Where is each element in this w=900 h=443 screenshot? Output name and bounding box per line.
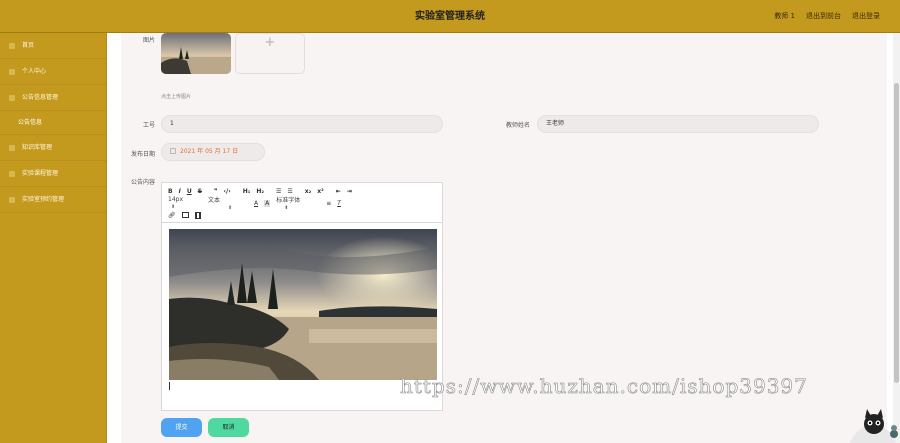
text-style-value: 文本: [208, 197, 221, 204]
sidebar-item-label: 首页: [22, 42, 35, 49]
course-icon: [9, 171, 15, 177]
user-role-label: 教师 1: [774, 12, 795, 20]
logout-link[interactable]: 退出登录: [852, 0, 880, 33]
strike-button[interactable]: S: [198, 188, 202, 195]
header1-button[interactable]: H₁: [243, 188, 251, 195]
code-block-button[interactable]: ‹/›: [224, 188, 231, 195]
underline-button[interactable]: U: [187, 188, 192, 195]
job-no-label: 工号: [142, 122, 155, 129]
sidebar: 首页 个人中心 公告信息管理 公告信息 知识库管理 实验课程管理 实验室预约管理: [0, 33, 107, 443]
chevron-down-icon: ⬍: [228, 205, 233, 211]
vertical-scrollbar[interactable]: [893, 33, 900, 443]
image-icon[interactable]: [181, 212, 189, 218]
calendar-icon: [9, 197, 15, 203]
top-header: 实验室管理系统 教师 1 退出到前台 退出登录: [0, 0, 900, 33]
sidebar-item-label: 公告信息管理: [22, 94, 59, 101]
font-size-select[interactable]: 14px⬍: [168, 196, 202, 210]
background-color-button[interactable]: A: [264, 199, 271, 207]
plus-icon: +: [264, 35, 276, 50]
sidebar-item-label: 个人中心: [22, 68, 47, 75]
sidebar-item-course[interactable]: 实验课程管理: [0, 161, 106, 187]
editor-landscape-image: [169, 229, 437, 380]
sidebar-item-reservation[interactable]: 实验室预约管理: [0, 187, 106, 213]
font-family-select[interactable]: 标准字体⬍: [276, 195, 320, 211]
clear-format-button[interactable]: T: [337, 200, 341, 207]
scrollbar-thumb[interactable]: [894, 83, 899, 383]
link-icon[interactable]: 🔗︎: [168, 212, 176, 219]
header-actions: 教师 1 退出到前台 退出登录: [774, 0, 880, 33]
ordered-list-button[interactable]: ☰: [276, 188, 281, 195]
editor-toolbar: B I U S ❞ ‹/› H₁ H₂ ☰ ☰ x₂ x² ⇤ ⇥ 14px⬍ …: [162, 183, 442, 223]
publish-date-value: 2021 年 05 月 17 日: [180, 148, 239, 155]
indent-button[interactable]: ⇥: [347, 188, 352, 195]
teacher-name-label: 教师姓名: [505, 122, 530, 129]
book-icon: [9, 145, 15, 151]
app-title: 实验室管理系统: [415, 11, 485, 22]
sidebar-subitem-notice[interactable]: 公告信息: [0, 111, 106, 135]
bullet-list-button[interactable]: ☰: [287, 188, 292, 195]
sidebar-item-home[interactable]: 首页: [0, 33, 106, 59]
cat-mascot-icon: [848, 406, 900, 443]
font-family-value: 标准字体: [276, 197, 301, 204]
text-caret: [169, 382, 170, 390]
blockquote-button[interactable]: ❞: [214, 188, 218, 195]
italic-button[interactable]: I: [179, 188, 181, 195]
image-label: 图片: [142, 37, 155, 44]
subscript-button[interactable]: x₂: [305, 188, 312, 195]
user-icon: [9, 69, 15, 75]
header2-button[interactable]: H₂: [256, 188, 264, 195]
video-icon[interactable]: [194, 211, 201, 219]
sidebar-item-label: 实验室预约管理: [22, 196, 65, 203]
home-icon: [9, 43, 15, 49]
image-upload-button[interactable]: +: [235, 33, 305, 74]
bold-button[interactable]: B: [168, 188, 173, 195]
back-to-front-link[interactable]: 退出到前台: [806, 0, 841, 33]
job-no-input[interactable]: 1: [161, 115, 443, 133]
font-color-button[interactable]: A: [254, 200, 258, 207]
publish-date-picker[interactable]: 2021 年 05 月 17 日: [161, 143, 265, 161]
sidebar-item-label: 实验课程管理: [22, 170, 59, 177]
toolbar-row-style: 14px⬍ 文本⬍ A A 标准字体⬍ ≡ T: [168, 195, 347, 211]
toolbar-row-insert: 🔗︎: [168, 210, 207, 220]
publish-date-label: 发布日期: [130, 151, 155, 158]
teacher-name-input[interactable]: 王老师: [537, 115, 819, 133]
sidebar-item-label: 知识库管理: [22, 144, 53, 151]
upload-hint: 点击上传图片: [161, 94, 192, 100]
font-size-value: 14px: [168, 196, 183, 203]
job-no-value: 1: [170, 120, 174, 127]
teacher-name-value: 王老师: [546, 120, 565, 127]
sidebar-item-notice-management[interactable]: 公告信息管理: [0, 85, 106, 111]
chevron-down-icon: ⬍: [284, 205, 289, 211]
superscript-button[interactable]: x²: [317, 188, 324, 195]
watermark-text: https://www.huzhan.com/ishop39397: [400, 374, 808, 399]
cancel-button[interactable]: 取消: [208, 418, 249, 437]
align-icon[interactable]: ≡: [326, 200, 331, 207]
outdent-button[interactable]: ⇤: [336, 188, 341, 195]
submit-button[interactable]: 提交: [161, 418, 202, 437]
toolbar-row-format: B I U S ❞ ‹/› H₁ H₂ ☰ ☰ x₂ x² ⇤ ⇥: [168, 186, 358, 196]
notice-icon: [9, 95, 15, 101]
text-style-select[interactable]: 文本 ⬍: [208, 195, 248, 211]
content-label: 公告内容: [130, 179, 155, 186]
sidebar-item-knowledge[interactable]: 知识库管理: [0, 135, 106, 161]
uploaded-image-thumb[interactable]: [161, 33, 231, 74]
sidebar-item-profile[interactable]: 个人中心: [0, 59, 106, 85]
calendar-icon: [170, 148, 176, 154]
sidebar-subitem-label: 公告信息: [18, 119, 43, 126]
